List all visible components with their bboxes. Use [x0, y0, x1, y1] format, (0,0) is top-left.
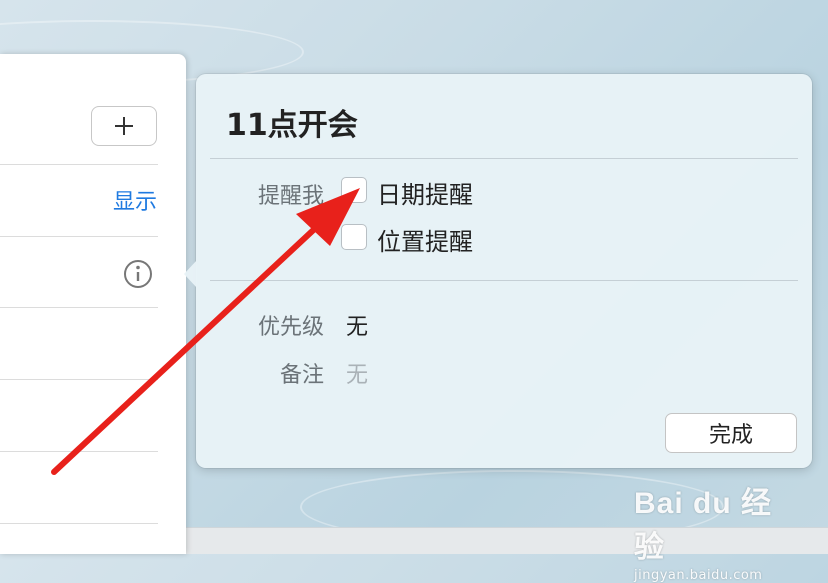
- divider: [0, 164, 158, 165]
- divider: [0, 307, 158, 308]
- priority-label: 优先级: [257, 315, 324, 340]
- divider: [0, 379, 158, 380]
- divider: [0, 451, 158, 452]
- divider: [210, 158, 798, 159]
- divider: [0, 523, 158, 524]
- location-reminder-checkbox[interactable]: [341, 224, 367, 250]
- info-icon[interactable]: [122, 258, 154, 290]
- reminder-detail-popover: 11点开会 提醒我 日期提醒 位置提醒 优先级 无 备注 无 完成: [184, 74, 812, 468]
- show-link[interactable]: 显示: [113, 184, 157, 216]
- done-button[interactable]: 完成: [665, 413, 797, 453]
- notes-label: 备注: [279, 363, 324, 388]
- date-reminder-checkbox[interactable]: [341, 177, 367, 203]
- date-reminder-label[interactable]: 日期提醒: [377, 175, 473, 210]
- reminder-title[interactable]: 11点开会: [226, 100, 358, 144]
- baidu-watermark: Bai du 经验 jingyan.baidu.com: [634, 478, 794, 583]
- location-reminder-label[interactable]: 位置提醒: [377, 222, 473, 257]
- popover-pointer: [184, 260, 197, 288]
- notes-field[interactable]: 无: [346, 357, 368, 389]
- watermark-logo: Bai du 经验: [634, 487, 773, 564]
- divider: [0, 236, 158, 237]
- plus-icon: [115, 117, 133, 135]
- add-button[interactable]: [91, 106, 157, 146]
- reminders-list-panel: 显示: [0, 54, 186, 554]
- priority-select[interactable]: 无: [346, 309, 368, 341]
- remind-me-label: 提醒我: [257, 184, 324, 209]
- watermark-url: jingyan.baidu.com: [634, 568, 763, 583]
- divider: [210, 280, 798, 281]
